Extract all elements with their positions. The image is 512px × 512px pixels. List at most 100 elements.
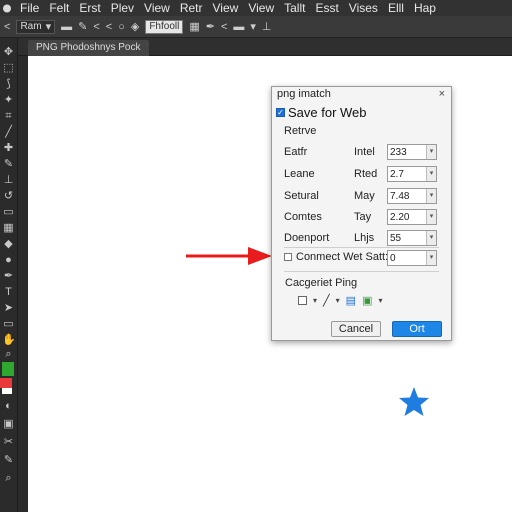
- document-tab[interactable]: PNG Phodoshnys Pock: [28, 40, 149, 56]
- section-label: Retrve: [284, 125, 317, 137]
- pen-icon[interactable]: ✒: [206, 20, 215, 33]
- line-icon[interactable]: ▬: [233, 21, 244, 33]
- eyedropper-tool-icon[interactable]: ╱: [2, 126, 15, 139]
- quick-mask-icon[interactable]: ◐: [2, 400, 15, 413]
- menu-file[interactable]: File: [15, 1, 44, 15]
- setting-label: Eatfr: [284, 146, 308, 158]
- cancel-button[interactable]: Cancel: [331, 321, 381, 337]
- tool-preset-value: Ram: [20, 21, 42, 32]
- history-brush-icon[interactable]: ↺: [2, 190, 15, 203]
- setting-value-field[interactable]: 2.7 ▾: [387, 166, 437, 182]
- setting-value-field[interactable]: 7.48 ▾: [387, 188, 437, 204]
- menu-item-4[interactable]: Plev: [106, 1, 139, 15]
- square-icon[interactable]: [298, 295, 307, 305]
- minus-icon[interactable]: ▬: [61, 21, 72, 33]
- setting-value-field[interactable]: 2.20 ▾: [387, 209, 437, 225]
- categories-label: Cacgeriet Ping: [285, 277, 358, 289]
- connect-value: 0: [390, 252, 396, 264]
- dialog-heading-label: Save for Web: [288, 105, 367, 120]
- chevron-left-icon-3[interactable]: <: [221, 21, 227, 33]
- foreground-color-swatch[interactable]: [2, 362, 14, 376]
- stamp-tool-icon[interactable]: ⊥: [2, 174, 15, 187]
- spinner-icon[interactable]: ▾: [426, 251, 436, 265]
- connect-checkbox[interactable]: [284, 253, 292, 261]
- white-swatch[interactable]: [2, 388, 12, 394]
- setting-value: 7.48: [390, 190, 410, 202]
- connect-value-field[interactable]: 0 ▾: [387, 250, 437, 266]
- back-arrow-icon[interactable]: <: [4, 21, 10, 33]
- marquee-tool-icon[interactable]: ⬚: [2, 62, 15, 75]
- spinner-icon[interactable]: ▾: [426, 145, 436, 159]
- menu-item-9[interactable]: Tallt: [279, 1, 310, 15]
- heal-tool-icon[interactable]: ✚: [2, 142, 15, 155]
- tools-panel: ✥ ⬚ ⟆ ✦ ⌗ ╱ ✚ ✎ ⊥ ↺ ▭ ▦ ◆ ● ✒ T ➤ ▭ ✋ ⌕ …: [0, 38, 18, 512]
- pencil-icon[interactable]: ✎: [78, 20, 87, 33]
- close-icon[interactable]: ×: [439, 88, 445, 100]
- menu-bar: File Felt Erst Plev View Retr View View …: [0, 0, 512, 16]
- grid-icon[interactable]: ▦: [189, 20, 199, 33]
- menu-item-10[interactable]: Esst: [310, 1, 343, 15]
- image-icon[interactable]: ▣: [362, 294, 372, 307]
- menu-help[interactable]: Hap: [409, 1, 441, 15]
- tool-preset-select[interactable]: Ram ▾: [16, 19, 56, 34]
- menu-item-6[interactable]: Retr: [175, 1, 208, 15]
- options-text-value: Fhfooll: [149, 21, 180, 32]
- setting-sublabel: May: [354, 190, 375, 202]
- layers-icon[interactable]: ▤: [346, 294, 356, 307]
- hand-tool-icon[interactable]: ✋: [2, 334, 16, 347]
- crop-tool-icon[interactable]: ⌗: [2, 110, 15, 123]
- tool-extra-icon[interactable]: ✂: [2, 436, 15, 449]
- apple-icon[interactable]: [2, 3, 12, 13]
- setting-value-field[interactable]: 55 ▾: [387, 230, 437, 246]
- connect-row: Conmect Wet Satt:: [284, 249, 388, 265]
- menu-item-11[interactable]: Vises: [344, 1, 383, 15]
- wand-tool-icon[interactable]: ✦: [2, 94, 15, 107]
- menu-view[interactable]: View: [139, 1, 175, 15]
- menu-view-3[interactable]: View: [243, 1, 279, 15]
- dodge-tool-icon[interactable]: ●: [2, 254, 15, 267]
- spinner-icon[interactable]: ▾: [426, 210, 436, 224]
- chevron-left-icon-2[interactable]: <: [106, 21, 112, 33]
- spinner-icon[interactable]: ▾: [426, 189, 436, 203]
- zoom-tool-icon[interactable]: ⌕: [2, 348, 15, 361]
- dropdown-icon[interactable]: ▾: [250, 20, 256, 33]
- setting-value: 2.20: [390, 211, 410, 223]
- eyedropper-icon[interactable]: ╱: [323, 294, 330, 307]
- menu-edit[interactable]: Felt: [44, 1, 74, 15]
- pen-tool-icon[interactable]: ✒: [2, 270, 15, 283]
- chevron-down-icon[interactable]: ▾: [378, 296, 382, 305]
- type-tool-icon[interactable]: T: [2, 286, 15, 299]
- tool-extra-icon-3[interactable]: ⌕: [2, 472, 15, 485]
- spinner-icon[interactable]: ▾: [426, 231, 436, 245]
- menu-view-2[interactable]: View: [208, 1, 244, 15]
- save-for-web-checkbox[interactable]: ✓: [276, 108, 285, 117]
- blur-tool-icon[interactable]: ◆: [2, 238, 15, 251]
- setting-sublabel: Intel: [354, 146, 375, 158]
- setting-value-field[interactable]: 233 ▾: [387, 144, 437, 160]
- gradient-tool-icon[interactable]: ▦: [2, 222, 15, 235]
- pin-icon[interactable]: ⊥: [262, 20, 272, 33]
- screen-mode-icon[interactable]: ▣: [2, 418, 15, 431]
- setting-value: 55: [390, 232, 402, 244]
- divider: [284, 247, 439, 248]
- brush-tool-icon[interactable]: ✎: [2, 158, 15, 171]
- spinner-icon[interactable]: ▾: [426, 167, 436, 181]
- options-text-field[interactable]: Fhfooll: [145, 19, 184, 34]
- shape-tool-icon[interactable]: ▭: [2, 318, 15, 331]
- path-select-icon[interactable]: ➤: [2, 302, 15, 315]
- chevron-down-icon[interactable]: ▾: [313, 296, 317, 305]
- menu-item-12[interactable]: Elll: [383, 1, 409, 15]
- paint-bucket-icon[interactable]: ◈: [131, 20, 139, 33]
- menu-item-3[interactable]: Erst: [74, 1, 105, 15]
- lasso-tool-icon[interactable]: ⟆: [2, 78, 15, 91]
- eraser-tool-icon[interactable]: ▭: [2, 206, 15, 219]
- setting-sublabel: Tay: [354, 211, 372, 223]
- tool-extra-icon-2[interactable]: ✎: [2, 454, 15, 467]
- background-color-swatch[interactable]: [0, 378, 12, 388]
- chevron-left-icon[interactable]: <: [93, 21, 99, 33]
- chevron-down-icon[interactable]: ▾: [336, 296, 340, 305]
- move-tool-icon[interactable]: ✥: [2, 46, 15, 59]
- ok-button[interactable]: Ort: [392, 321, 442, 337]
- circle-icon[interactable]: ○: [118, 21, 125, 33]
- red-arrow-icon: [186, 247, 272, 265]
